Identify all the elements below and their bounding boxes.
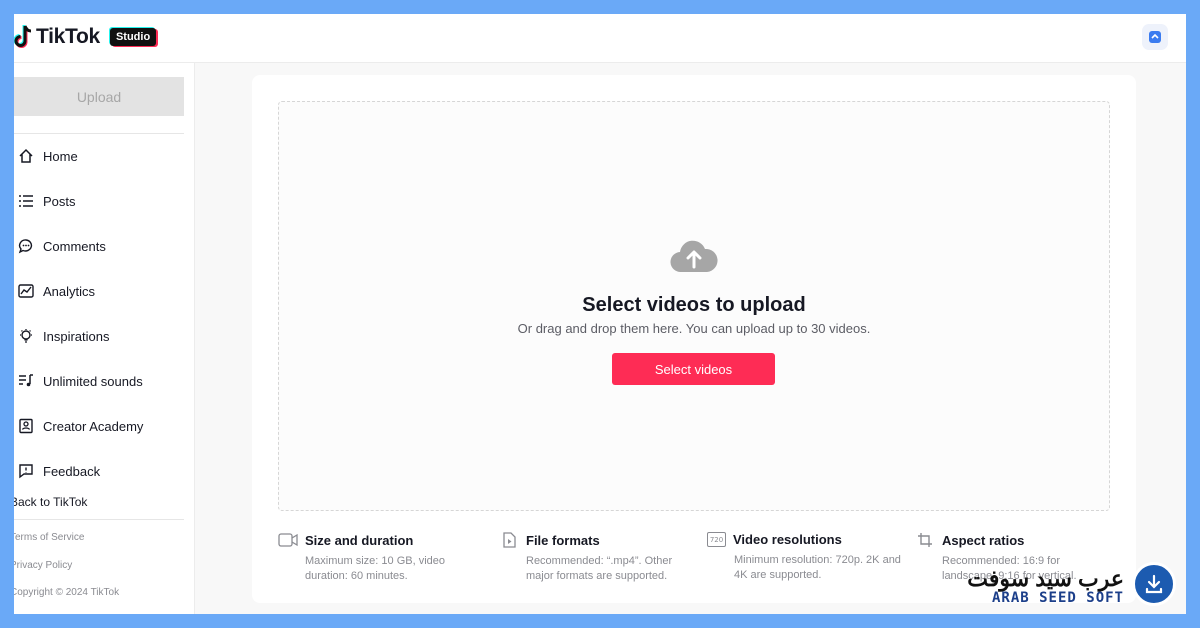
info-title: File formats xyxy=(526,532,600,548)
terms-link[interactable]: Terms of Service xyxy=(14,532,84,543)
feedback-icon xyxy=(16,461,36,481)
chart-icon xyxy=(16,281,36,301)
comment-icon xyxy=(16,236,36,256)
tiktok-studio-logo[interactable]: TikTok Studio xyxy=(14,24,157,50)
info-description: Recommended: “.mp4”. Other major formats… xyxy=(526,555,673,582)
info-title: Video resolutions xyxy=(733,532,842,547)
select-videos-button[interactable]: Select videos xyxy=(612,353,775,385)
sidebar-item-home[interactable]: Home xyxy=(14,144,189,168)
sidebar-item-comments[interactable]: Comments xyxy=(14,234,189,258)
sidebar-item-label: Unlimited sounds xyxy=(43,373,143,389)
studio-badge: Studio xyxy=(109,28,157,46)
sidebar-item-inspirations[interactable]: Inspirations xyxy=(14,324,189,348)
info-video-resolutions: 720 Video resolutions Minimum resolution:… xyxy=(707,532,907,583)
sidebar: Upload Home Posts Comments Analytics Ins… xyxy=(14,63,195,614)
file-icon xyxy=(499,532,519,548)
info-title: Aspect ratios xyxy=(942,532,1025,548)
sidebar-item-unlimited-sounds[interactable]: Unlimited sounds xyxy=(14,369,189,393)
back-to-tiktok-link[interactable]: Back to TikTok xyxy=(14,495,87,509)
watermark-arabic: عرب سيد سوفت xyxy=(967,566,1124,591)
sidebar-item-label: Feedback xyxy=(43,463,101,479)
info-description: Maximum size: 10 GB, video duration: 60 … xyxy=(305,555,445,582)
crop-icon xyxy=(915,532,935,548)
sidebar-item-label: Home xyxy=(43,148,78,164)
privacy-link[interactable]: Privacy Policy xyxy=(14,560,72,571)
info-size-duration: Size and duration Maximum size: 10 GB, v… xyxy=(278,532,478,584)
cloud-upload-icon xyxy=(670,240,718,273)
upload-title: Select videos to upload xyxy=(582,294,806,316)
top-bar: TikTok Studio xyxy=(14,14,1186,63)
info-description: Minimum resolution: 720p. 2K and 4K are … xyxy=(734,554,901,581)
arab-seed-soft-watermark: عرب سيد سوفت ARAB SEED SOFT xyxy=(967,562,1176,606)
sidebar-item-creator-academy[interactable]: Creator Academy xyxy=(14,414,189,438)
download-logo-icon xyxy=(1132,562,1176,606)
sidebar-divider xyxy=(14,519,184,520)
sidebar-divider xyxy=(14,133,184,134)
logo-text: TikTok xyxy=(36,25,100,48)
upload-card: Select videos to upload Or drag and drop… xyxy=(252,75,1136,603)
switch-icon xyxy=(1149,31,1161,43)
sidebar-item-feedback[interactable]: Feedback xyxy=(14,459,189,483)
watermark-latin: ARAB SEED SOFT xyxy=(991,590,1124,606)
resolution-icon: 720 xyxy=(707,532,726,547)
home-icon xyxy=(16,146,36,166)
copyright-text: Copyright © 2024 TikTok xyxy=(14,587,120,598)
upload-subtitle: Or drag and drop them here. You can uplo… xyxy=(517,321,871,336)
info-file-formats: File formats Recommended: “.mp4”. Other … xyxy=(499,532,699,584)
sidebar-item-label: Posts xyxy=(43,193,76,209)
music-icon xyxy=(16,371,36,391)
upload-dropzone[interactable]: Select videos to upload Or drag and drop… xyxy=(278,101,1110,511)
app-switcher-icon[interactable] xyxy=(1142,24,1168,50)
sidebar-item-label: Comments xyxy=(43,238,106,254)
list-icon xyxy=(16,191,36,211)
sidebar-item-posts[interactable]: Posts xyxy=(14,189,189,213)
app-window: TikTok Studio Upload Home Posts Comments… xyxy=(14,14,1186,614)
info-title: Size and duration xyxy=(305,532,414,548)
sidebar-item-label: Inspirations xyxy=(43,328,110,344)
lightbulb-icon xyxy=(16,326,36,346)
tiktok-note-icon xyxy=(14,25,32,48)
sidebar-item-analytics[interactable]: Analytics xyxy=(14,279,189,303)
sidebar-item-label: Analytics xyxy=(43,283,96,299)
sidebar-item-label: Creator Academy xyxy=(43,418,144,434)
video-icon xyxy=(278,532,298,548)
upload-button[interactable]: Upload xyxy=(14,77,184,116)
academy-icon xyxy=(16,416,36,436)
